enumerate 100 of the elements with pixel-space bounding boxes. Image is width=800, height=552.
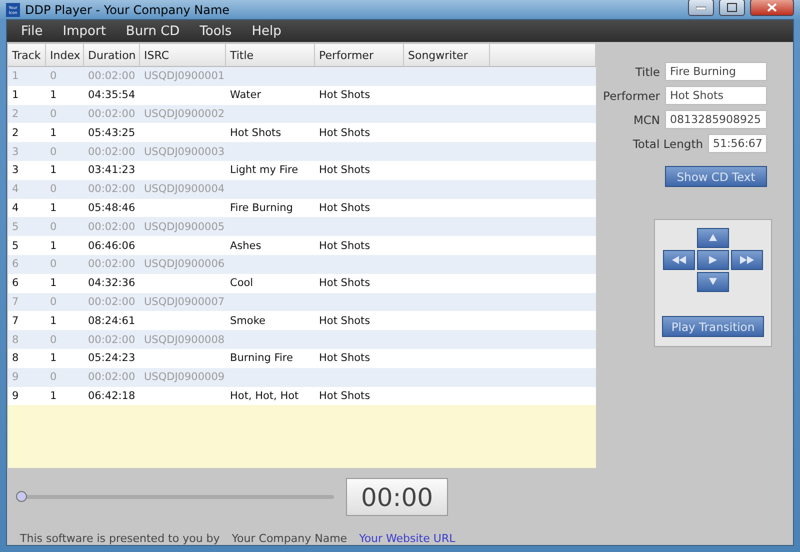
table-cell-text: Burning Fire bbox=[229, 352, 294, 364]
maximize-icon bbox=[727, 3, 737, 12]
input-field[interactable]: 51:56:67 bbox=[708, 134, 767, 153]
table-cell-text: 6 bbox=[11, 277, 20, 290]
table-row[interactable]: 6 1 04:32:36 Cool Hot Shots bbox=[8, 274, 596, 293]
table-cell-text: 7 bbox=[11, 296, 20, 308]
website-link[interactable]: Your Website URL bbox=[359, 532, 456, 545]
table-cell-text: 0 bbox=[49, 220, 58, 233]
table-row[interactable]: 5 1 06:46:06 Ashes Hot Shots bbox=[8, 236, 596, 255]
window-title: DDP Player - Your Company Name bbox=[25, 2, 231, 16]
table-cell-text: Water bbox=[229, 89, 262, 102]
column-header[interactable]: Duration bbox=[84, 44, 140, 66]
table-cell-text: 0 bbox=[49, 371, 58, 384]
table-cell-text: 00:02:00 bbox=[87, 70, 136, 82]
table-cell-text: USQDJ0900002 bbox=[143, 108, 226, 120]
table-cell-text: USQDJ0900007 bbox=[143, 296, 226, 308]
table-cell-text: 00:02:00 bbox=[87, 258, 136, 270]
table-cell-text: 0 bbox=[49, 334, 58, 346]
table-cell-text: 0 bbox=[49, 70, 58, 82]
table-row[interactable]: 3 1 03:41:23 Light my Fire Hot Shots bbox=[8, 160, 596, 180]
table-cell-text: Hot Shots bbox=[318, 314, 372, 327]
table-cell-text: 6 bbox=[11, 258, 20, 270]
input-field[interactable]: Hot Shots bbox=[665, 86, 767, 105]
table-row[interactable]: 7 1 08:24:61 Smoke Hot Shots bbox=[8, 311, 596, 330]
rewind-icon bbox=[671, 255, 687, 265]
slider-thumb[interactable] bbox=[16, 491, 27, 502]
table-cell-text: Hot Shots bbox=[318, 240, 372, 252]
menu-item[interactable]: Tools bbox=[190, 24, 242, 38]
column-header[interactable]: Title bbox=[226, 44, 315, 66]
table-cell-text: 0 bbox=[49, 146, 58, 158]
table-cell-text: 06:46:06 bbox=[87, 240, 136, 252]
table-cell-text: 05:48:46 bbox=[87, 202, 136, 214]
table-cell-text: 00:02:00 bbox=[87, 220, 136, 233]
table-cell-text: 1 bbox=[49, 352, 58, 364]
table-cell-text: Hot Shots bbox=[318, 164, 372, 176]
rewind-button[interactable] bbox=[663, 250, 695, 270]
table-cell-text: Hot Shots bbox=[318, 202, 372, 214]
menu-item[interactable]: File bbox=[11, 24, 53, 38]
table-cell-text: USQDJ0900008 bbox=[143, 334, 226, 346]
table-cell-text: 8 bbox=[11, 334, 20, 346]
table-cell-text: Hot Shots bbox=[318, 390, 372, 402]
table-cell-text: 0 bbox=[49, 258, 58, 270]
menu-item[interactable]: Import bbox=[52, 24, 116, 38]
input-field[interactable]: 0813285908925 bbox=[665, 110, 767, 129]
table-cell-text: USQDJ0900004 bbox=[143, 183, 226, 196]
input-field[interactable]: Fire Burning bbox=[665, 62, 767, 81]
table-cell-text: 1 bbox=[49, 89, 58, 102]
play-button[interactable] bbox=[697, 250, 729, 270]
table-cell-text: Smoke bbox=[229, 314, 266, 327]
table-row[interactable]: 8 1 05:24:23 Burning Fire Hot Shots bbox=[8, 348, 596, 368]
table-cell-text: 1 bbox=[49, 164, 58, 176]
table-cell-text: Fire Burning bbox=[229, 202, 294, 214]
maximize-button[interactable] bbox=[719, 0, 745, 16]
fast-forward-button[interactable] bbox=[731, 250, 763, 270]
close-icon bbox=[767, 3, 777, 12]
table-cell-text: 00:02:00 bbox=[87, 183, 136, 196]
table-cell-text: 2 bbox=[11, 108, 20, 120]
table-cell-text: 1 bbox=[49, 390, 58, 402]
down-button[interactable] bbox=[697, 272, 729, 292]
column-header[interactable]: Index bbox=[46, 44, 84, 66]
table-cell-text: Hot, Hot, Hot bbox=[229, 390, 300, 402]
table-cell-text: 1 bbox=[49, 314, 58, 327]
menu-item[interactable]: Help bbox=[242, 24, 292, 38]
table-cell-text: 7 bbox=[11, 314, 20, 327]
table-cell-text: USQDJ0900006 bbox=[143, 258, 226, 270]
table-cell-text: Hot Shots bbox=[318, 126, 372, 139]
close-button[interactable] bbox=[750, 0, 794, 16]
table-cell-text: 9 bbox=[11, 371, 20, 384]
minimize-button[interactable] bbox=[688, 0, 714, 16]
menu-item[interactable]: Burn CD bbox=[116, 24, 190, 38]
down-arrow-icon bbox=[708, 277, 718, 287]
table-row[interactable]: 4 1 05:48:46 Fire Burning Hot Shots bbox=[8, 198, 596, 218]
column-header[interactable]: Songwriter bbox=[404, 44, 490, 66]
up-button[interactable] bbox=[697, 228, 729, 248]
table-cell-text: 1 bbox=[49, 277, 58, 290]
column-header[interactable]: ISRC bbox=[140, 44, 226, 66]
table-cell-text: 1 bbox=[49, 240, 58, 252]
table-cell-text: 08:24:61 bbox=[87, 314, 136, 327]
column-header[interactable]: Track bbox=[8, 44, 46, 66]
table-cell-text: 00:02:00 bbox=[87, 108, 136, 120]
minimize-icon bbox=[696, 6, 706, 10]
field-label: Title bbox=[635, 64, 660, 78]
table-cell-text: Ashes bbox=[229, 240, 262, 252]
table-cell-text: 03:41:23 bbox=[87, 164, 136, 176]
footer-text: This software is presented to you by bbox=[20, 532, 220, 545]
table-cell-text: 05:43:25 bbox=[87, 126, 136, 139]
field-label: Total Length bbox=[632, 136, 703, 150]
table-cell-text: Hot Shots bbox=[318, 89, 372, 102]
table-cell-text: 5 bbox=[11, 220, 20, 233]
table-row[interactable]: 1 1 04:35:54 Water Hot Shots bbox=[8, 86, 596, 105]
table-cell-text: 04:32:36 bbox=[87, 277, 136, 290]
table-cell-text: Cool bbox=[229, 277, 254, 290]
table-cell-text: 00:02:00 bbox=[87, 371, 136, 384]
table-cell-text: USQDJ0900003 bbox=[143, 146, 226, 158]
column-header[interactable]: Performer bbox=[315, 44, 404, 66]
table-row[interactable]: 9 1 06:42:18 Hot, Hot, Hot Hot Shots bbox=[8, 386, 596, 406]
table-row[interactable]: 2 1 05:43:25 Hot Shots Hot Shots bbox=[8, 123, 596, 142]
table-cell-text: 00:02:00 bbox=[87, 296, 136, 308]
table-cell-text: USQDJ0900001 bbox=[143, 70, 226, 82]
table-cell-text: 5 bbox=[11, 240, 20, 252]
